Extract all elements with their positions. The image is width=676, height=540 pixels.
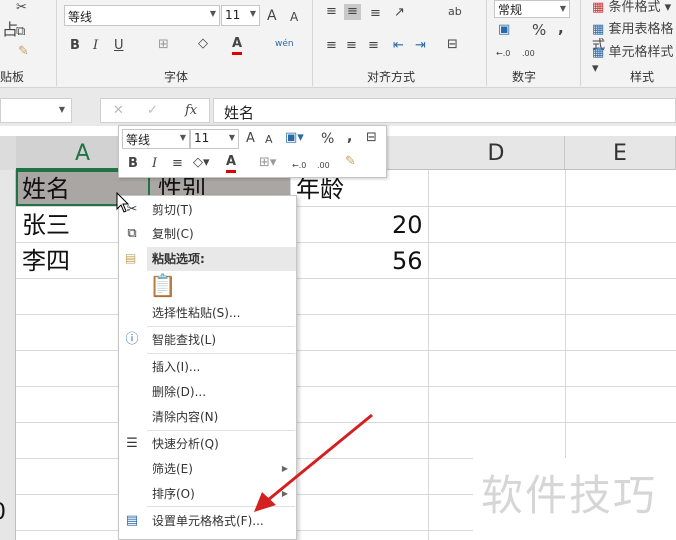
percent-button[interactable]: %: [532, 22, 546, 38]
increase-decimal-button[interactable]: ←.0: [496, 46, 510, 62]
wrap-text-button[interactable]: ab: [448, 4, 462, 20]
formula-input[interactable]: 姓名: [213, 98, 676, 123]
mini-accounting-icon[interactable]: ▣▾: [285, 130, 304, 146]
mini-font-size-select[interactable]: 11 ▼: [190, 129, 239, 149]
mini-fill-color-icon[interactable]: ◇▾: [193, 155, 210, 171]
align-center-icon[interactable]: ≡: [346, 38, 357, 54]
mini-shrink-font-button[interactable]: A: [265, 132, 273, 148]
shrink-font-button[interactable]: A: [290, 9, 298, 25]
mini-bold-button[interactable]: B: [128, 156, 138, 172]
menu-item-clear-contents[interactable]: 清除内容(N): [119, 405, 296, 429]
align-left-icon[interactable]: ≡: [326, 38, 337, 54]
cell-c3[interactable]: 56: [392, 244, 423, 278]
paste-options-header: 粘贴选项:: [147, 247, 296, 271]
cell-a3[interactable]: 李四: [22, 244, 70, 278]
menu-item-paste-special[interactable]: 选择性粘贴(S)...: [119, 301, 296, 325]
align-bottom-icon[interactable]: ≡: [370, 6, 381, 22]
context-menu: ✂ 剪切(T) ⧉ 复制(C) 粘贴选项: ▤ 📋 选择性粘贴(S)... ⓘ 智能查…: [118, 195, 297, 540]
number-group-label: 数字: [512, 70, 537, 84]
font-name-select[interactable]: 等线 ▼: [64, 5, 220, 26]
cancel-button[interactable]: ✕: [113, 103, 124, 119]
menu-item-cut[interactable]: ✂ 剪切(T): [119, 198, 296, 222]
cell-a1[interactable]: 姓名: [22, 172, 70, 206]
decrease-indent-icon[interactable]: ⇤: [393, 38, 404, 54]
name-box[interactable]: ▼: [0, 98, 72, 123]
mini-toolbar: 等线 ▼ 11 ▼ A A ▣▾ % , ⊟ B I ≡ ◇▾ A ⊞▾ ←.0 .…: [118, 125, 387, 178]
formula-buttons: ✕ ✓ fx: [100, 98, 210, 123]
menu-item-sort[interactable]: 排序(O) ▶: [119, 482, 296, 506]
select-all-button[interactable]: [0, 136, 16, 170]
menu-item-filter[interactable]: 筛选(E) ▶: [119, 457, 296, 481]
cell-c2[interactable]: 20: [392, 208, 423, 242]
paste-button-icon[interactable]: 📋: [149, 274, 176, 299]
cell-a2[interactable]: 张三: [22, 208, 70, 242]
cut-icon[interactable]: ✂: [16, 0, 27, 16]
quick-analysis-icon: ☰: [126, 436, 138, 451]
mini-percent-button[interactable]: %: [321, 131, 334, 147]
mini-comma-button[interactable]: ,: [347, 129, 352, 145]
increase-indent-icon[interactable]: ⇥: [415, 38, 426, 54]
mini-merge-icon[interactable]: ⊟: [366, 130, 377, 146]
submenu-arrow-icon: ▶: [281, 489, 288, 498]
mini-grow-font-button[interactable]: A: [246, 131, 255, 147]
menu-item-smart-lookup[interactable]: ⓘ 智能查找(L): [119, 328, 296, 352]
decrease-decimal-button[interactable]: .00: [522, 46, 535, 62]
clipboard-group-label: 贴板: [0, 70, 25, 84]
format-cells-icon: ▤: [125, 513, 139, 528]
font-group-label: 字体: [164, 70, 189, 84]
copy-icon: ⧉: [127, 226, 137, 241]
fill-color-icon[interactable]: ◇: [198, 36, 208, 52]
align-top-icon[interactable]: ≡: [326, 4, 337, 20]
conditional-format-button[interactable]: ▦ 条件格式 ▾: [592, 0, 671, 16]
mini-borders-icon[interactable]: ⊞▾: [259, 155, 276, 171]
watermark: 软件技巧: [473, 458, 676, 540]
comma-button[interactable]: ,: [558, 20, 564, 36]
font-color-button[interactable]: A: [232, 36, 243, 55]
insert-function-button[interactable]: fx: [185, 103, 197, 119]
column-header-e[interactable]: E: [565, 136, 676, 170]
grow-font-button[interactable]: A: [267, 8, 277, 24]
menu-item-format-cells[interactable]: ▤ 设置单元格格式(F)...: [119, 509, 296, 533]
smart-lookup-icon: ⓘ: [125, 332, 139, 347]
row-number-partial: 0: [0, 496, 6, 530]
mini-increase-decimal-button[interactable]: ←.0: [292, 158, 306, 174]
bold-button[interactable]: B: [70, 38, 80, 54]
column-header-d[interactable]: D: [428, 136, 565, 170]
copy-icon[interactable]: ⧉: [16, 24, 25, 40]
styles-group-label: 样式: [630, 70, 655, 84]
mouse-cursor-icon: [116, 192, 130, 213]
paste-options-icon: ▤: [125, 251, 137, 265]
row-headers: [0, 170, 16, 540]
mini-italic-button[interactable]: I: [152, 156, 157, 172]
merge-center-icon[interactable]: ⊟: [447, 37, 458, 53]
menu-item-delete[interactable]: 删除(D)...: [119, 380, 296, 404]
menu-item-insert[interactable]: 插入(I)...: [119, 355, 296, 379]
align-middle-icon[interactable]: ≡: [344, 4, 361, 20]
mini-format-painter-icon[interactable]: ✎: [345, 154, 356, 170]
mini-center-icon[interactable]: ≡: [172, 156, 183, 172]
menu-item-quick-analysis[interactable]: ☰ 快速分析(Q): [119, 432, 296, 456]
menu-item-copy[interactable]: ⧉ 复制(C): [119, 222, 296, 246]
submenu-arrow-icon: ▶: [281, 464, 288, 473]
phonetic-button[interactable]: wén: [275, 36, 294, 52]
orientation-icon[interactable]: ↗: [394, 5, 405, 21]
enter-button[interactable]: ✓: [147, 103, 158, 119]
alignment-group-label: 对齐方式: [367, 70, 416, 84]
ribbon: 占 ✂ ⧉ ✎ 贴板 等线 ▼ 11 ▼ A A B I U ⊞ ◇ A wén 字…: [0, 0, 676, 88]
underline-button[interactable]: U: [114, 38, 124, 54]
mini-font-name-select[interactable]: 等线 ▼: [122, 129, 190, 149]
borders-icon[interactable]: ⊞: [158, 37, 169, 53]
italic-button[interactable]: I: [93, 38, 98, 54]
number-format-select[interactable]: 常规 ▼: [494, 0, 570, 18]
font-size-select[interactable]: 11 ▼: [221, 5, 260, 26]
align-right-icon[interactable]: ≡: [368, 38, 379, 54]
format-painter-icon[interactable]: ✎: [18, 44, 29, 60]
accounting-icon[interactable]: ▣: [498, 22, 510, 38]
mini-font-color-button[interactable]: A: [226, 154, 237, 173]
mini-decrease-decimal-button[interactable]: .00: [317, 158, 330, 174]
